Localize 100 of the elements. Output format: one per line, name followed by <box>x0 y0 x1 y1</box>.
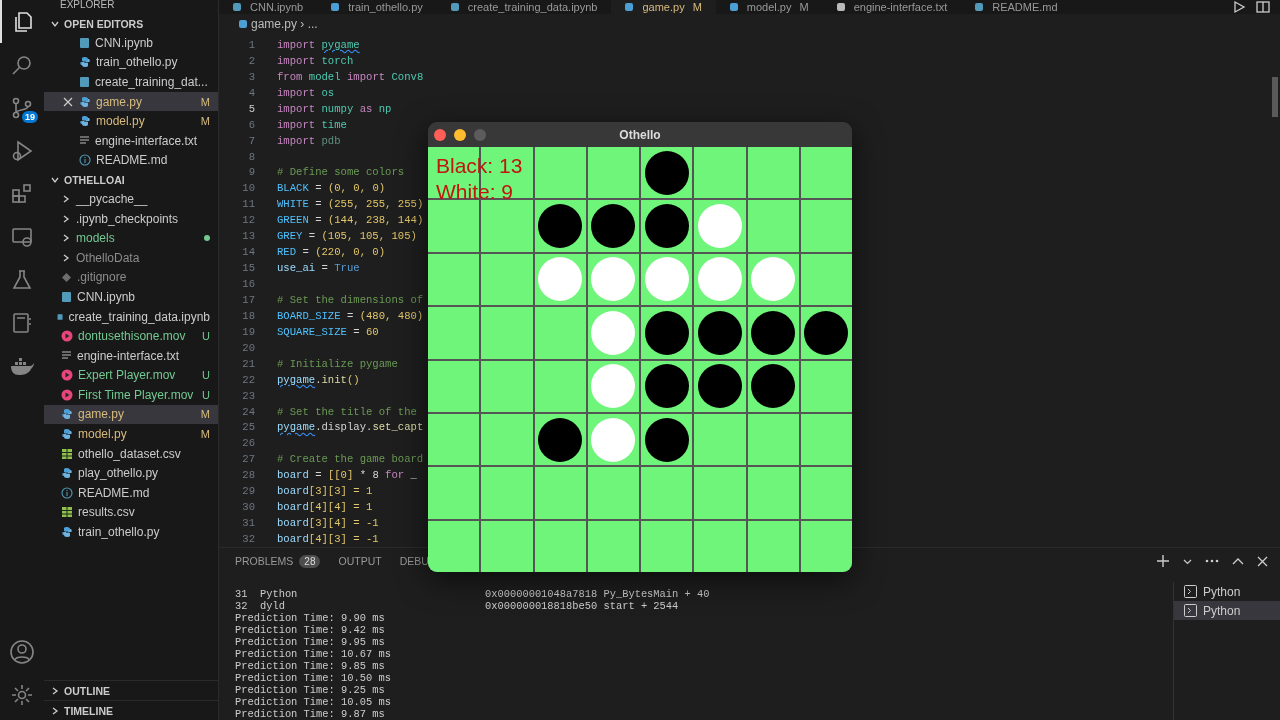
scrollbar[interactable] <box>1272 77 1278 117</box>
file-item[interactable]: OthelloData <box>44 247 218 268</box>
line-number: 7 <box>247 134 255 147</box>
account-icon[interactable] <box>9 638 35 665</box>
python-file-icon <box>61 428 73 441</box>
count-badge: 19 <box>22 111 38 123</box>
file-item[interactable]: __pycache__ <box>44 189 218 209</box>
terminal-line: Prediction Time: 9.85 ms <box>235 660 386 672</box>
activity-item[interactable]: 19 <box>0 86 44 129</box>
section-header[interactable]: TIMELINE <box>44 700 218 720</box>
more-icon[interactable] <box>1205 559 1219 563</box>
code-line: import time <box>277 118 347 131</box>
run-icon[interactable] <box>1232 0 1246 14</box>
python-file-icon <box>79 95 91 108</box>
file-item[interactable]: .ipynb_checkpoints <box>44 208 218 229</box>
file-item[interactable]: README.md <box>44 150 218 171</box>
terminal-line: Prediction Time: 9.90 ms <box>235 612 386 624</box>
file-item[interactable]: game.py M <box>44 91 218 112</box>
file-item[interactable]: play_othello.py <box>44 463 218 484</box>
close-icon[interactable] <box>63 96 73 107</box>
line-number: 11 <box>241 198 255 211</box>
line-number: 25 <box>241 421 255 434</box>
line-number: 27 <box>241 453 255 466</box>
file-item[interactable]: Expert Player.mov U <box>44 365 218 386</box>
code-line: board[3][4] = -1 <box>277 517 379 530</box>
settings-icon[interactable] <box>10 682 34 707</box>
line-number: 18 <box>241 309 255 322</box>
line-number: 1 <box>247 38 255 51</box>
file-item[interactable]: First Time Player.mov U <box>44 385 218 405</box>
line-number: 26 <box>241 437 255 450</box>
editor-tab[interactable]: train_othello.py <box>317 0 437 14</box>
file-name: othello_dataset.csv <box>78 446 182 461</box>
line-number: 23 <box>241 389 255 402</box>
python-file-icon <box>61 467 73 480</box>
section-title: TIMELINE <box>64 704 113 717</box>
file-item[interactable]: models <box>44 228 218 248</box>
panel-tab[interactable]: DEBU <box>399 555 429 567</box>
file-name: README.md <box>78 485 151 500</box>
editor-tab[interactable]: engine-interface.txt <box>822 0 962 14</box>
editor-tab[interactable]: model.py M <box>715 0 823 14</box>
file-name: CNN.ipynb <box>95 35 155 50</box>
file-item[interactable]: model.py M <box>44 111 218 131</box>
file-item[interactable]: README.md <box>44 483 218 503</box>
terminal-session[interactable]: Python <box>1174 601 1280 620</box>
line-number: 5 <box>247 102 255 115</box>
git-status: U <box>202 330 210 343</box>
line-number: 22 <box>241 373 255 386</box>
split-editor-icon[interactable] <box>1256 0 1270 14</box>
line-number: 9 <box>247 166 255 179</box>
terminal-line: Prediction Time: 10.05 ms <box>235 696 392 708</box>
file-item[interactable]: create_training_dat... <box>44 72 218 92</box>
minimize-button[interactable] <box>454 128 466 141</box>
maximize-icon[interactable] <box>1232 557 1244 565</box>
file-item[interactable]: game.py M <box>44 404 218 425</box>
file-item[interactable]: othello_dataset.csv <box>44 443 218 464</box>
section-title: OPEN EDITORS <box>64 17 144 30</box>
code-line: SQUARE_SIZE = 60 <box>277 325 379 338</box>
code-line: # Set the title of the <box>277 405 417 418</box>
section-header[interactable]: OPEN EDITORS <box>44 14 218 33</box>
file-item[interactable]: .gitignore <box>44 267 218 288</box>
file-item[interactable]: dontusethisone.mov U <box>44 326 218 346</box>
file-item[interactable]: create_training_data.ipynb <box>44 306 218 327</box>
terminal-line: Prediction Time: 9.25 ms <box>235 684 386 696</box>
file-item[interactable]: engine-interface.txt <box>44 130 218 151</box>
terminal-line: Prediction Time: 9.87 ms <box>235 708 386 720</box>
close-icon[interactable] <box>1257 555 1268 567</box>
terminal-line: Prediction Time: 9.42 ms <box>235 624 386 636</box>
file-item[interactable]: train_othello.py <box>44 52 218 73</box>
editor-tab[interactable]: game.py M <box>611 0 716 14</box>
editor-tab[interactable]: create_training_data.ipynb <box>436 0 612 14</box>
close-button[interactable] <box>434 128 446 141</box>
file-item[interactable]: model.py M <box>44 424 218 444</box>
code-line: BLACK = (0, 0, 0) <box>277 182 386 195</box>
code-line: # Initialize pygame <box>277 357 398 370</box>
git-status: M <box>200 115 210 128</box>
code-line: pygame.display.set_capt <box>277 421 424 434</box>
terminal-line: Prediction Time: 10.50 ms <box>235 672 392 684</box>
window-title: Othello <box>618 127 662 142</box>
panel-tab[interactable]: OUTPUT <box>338 555 382 567</box>
python-file-icon <box>61 408 73 421</box>
file-name: create_training_dat... <box>95 75 209 89</box>
file-name: README.md <box>96 153 169 168</box>
file-item[interactable]: train_othello.py <box>44 522 218 542</box>
breadcrumb[interactable]: game.py › ... <box>219 15 1280 33</box>
line-number: 29 <box>241 485 255 498</box>
editor-tab[interactable]: CNN.ipynb <box>219 0 318 14</box>
code-line: import numpy as np <box>277 102 392 115</box>
section-header[interactable]: OUTLINE <box>44 680 218 700</box>
add-icon[interactable] <box>1156 554 1170 568</box>
editor-tab[interactable]: README.md <box>961 0 1072 14</box>
file-item[interactable]: CNN.ipynb <box>44 287 218 307</box>
file-item[interactable]: CNN.ipynb <box>44 33 218 53</box>
file-item[interactable]: engine-interface.txt <box>44 345 218 366</box>
file-item[interactable]: results.csv <box>44 502 218 523</box>
terminal-session[interactable]: Python <box>1174 582 1280 601</box>
chevron-icon <box>50 705 60 716</box>
section-header[interactable]: OTHELLOAI <box>44 170 218 190</box>
line-number: 6 <box>247 118 255 131</box>
panel-tab[interactable]: PROBLEMS 28 <box>235 554 321 568</box>
file-name: .ipynb_checkpoints <box>76 211 180 226</box>
